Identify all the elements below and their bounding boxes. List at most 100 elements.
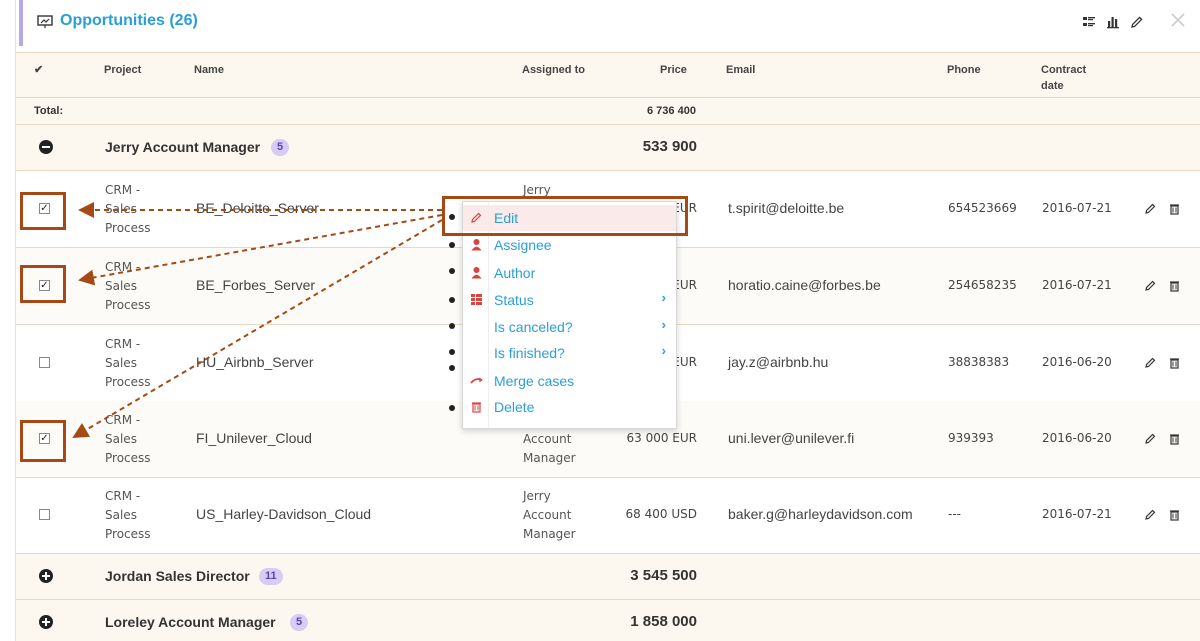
row-email[interactable]: t.spirit@deloitte.be bbox=[728, 200, 844, 216]
row-phone: 38838383 bbox=[948, 355, 1010, 369]
project-line: Sales bbox=[105, 279, 137, 293]
row-name[interactable]: BE_Deloitte_Server bbox=[196, 200, 319, 216]
group-name: Loreley Account Manager bbox=[105, 614, 276, 630]
row-contract-date: 2016-07-21 bbox=[1042, 507, 1112, 521]
group-total: 533 900 bbox=[642, 138, 697, 155]
row-email[interactable]: baker.g@harleydavidson.com bbox=[728, 506, 913, 522]
row-delete-icon[interactable] bbox=[1168, 432, 1181, 445]
row-project: CRM - Sales Process bbox=[105, 487, 151, 544]
group-name: Jerry Account Manager bbox=[105, 139, 261, 155]
group-row-jerry[interactable]: Jerry Account Manager 5 533 900 bbox=[16, 125, 1200, 171]
menu-item-delete[interactable]: Delete bbox=[463, 394, 676, 420]
row-delete-icon[interactable] bbox=[1168, 356, 1181, 369]
list-view-icon[interactable] bbox=[1081, 14, 1097, 30]
row-name[interactable]: BE_Forbes_Server bbox=[196, 277, 315, 293]
total-value: 6 736 400 bbox=[647, 105, 696, 117]
row-delete-icon[interactable] bbox=[1168, 202, 1181, 215]
table-column-header: ✔ Project Name Assigned to Price Email P… bbox=[16, 53, 1200, 98]
presentation-board-icon bbox=[37, 15, 53, 28]
edit-icon[interactable] bbox=[1129, 14, 1145, 30]
menu-item-author[interactable]: Author bbox=[463, 260, 676, 286]
menu-item-label: Status bbox=[494, 292, 534, 308]
checkbox-highlight-box bbox=[20, 265, 66, 303]
row-edit-icon[interactable] bbox=[1144, 202, 1157, 215]
row-edit-icon[interactable] bbox=[1144, 432, 1157, 445]
collapse-group-icon[interactable] bbox=[39, 140, 53, 154]
assigned-line: Account bbox=[523, 508, 572, 522]
row-project: CRM - Sales Process bbox=[105, 181, 151, 238]
assigned-line: Account bbox=[523, 432, 572, 446]
menu-item-merge-cases[interactable]: Merge cases bbox=[463, 368, 676, 394]
project-line: Process bbox=[105, 298, 151, 312]
column-project[interactable]: Project bbox=[104, 62, 141, 78]
menu-item-status[interactable]: Status › bbox=[463, 287, 676, 313]
menu-item-label: Is finished? bbox=[494, 345, 565, 361]
submenu-chevron-icon: › bbox=[661, 343, 666, 358]
row-delete-icon[interactable] bbox=[1168, 279, 1181, 292]
page-title-text: Opportunities bbox=[60, 12, 165, 29]
menu-item-label: Merge cases bbox=[494, 373, 575, 389]
row-contract-date: 2016-06-20 bbox=[1042, 431, 1112, 445]
column-phone[interactable]: Phone bbox=[947, 62, 981, 78]
row-price: 63 000 EUR bbox=[626, 431, 697, 445]
project-line: CRM - bbox=[105, 260, 141, 274]
row-delete-icon[interactable] bbox=[1168, 508, 1181, 521]
column-price[interactable]: Price bbox=[660, 62, 687, 78]
close-icon[interactable] bbox=[1168, 10, 1188, 30]
group-total: 3 545 500 bbox=[630, 567, 697, 584]
bar-chart-icon[interactable] bbox=[1105, 14, 1121, 30]
project-line: Sales bbox=[105, 356, 137, 370]
row-name[interactable]: FI_Unilever_Cloud bbox=[196, 430, 312, 446]
menu-item-is-canceled[interactable]: Is canceled? › bbox=[463, 314, 676, 340]
total-row: Total: 6 736 400 bbox=[16, 98, 1200, 125]
expand-group-icon[interactable] bbox=[39, 615, 53, 629]
edit-highlight-box bbox=[442, 196, 688, 236]
row-email[interactable]: jay.z@airbnb.hu bbox=[728, 354, 828, 370]
row-edit-icon[interactable] bbox=[1144, 356, 1157, 369]
row-name[interactable]: HU_Airbnb_Server bbox=[196, 354, 314, 370]
trash-icon bbox=[472, 402, 481, 413]
row-email[interactable]: uni.lever@unilever.fi bbox=[728, 430, 854, 446]
menu-item-label: Delete bbox=[494, 399, 535, 415]
row-name[interactable]: US_Harley-Davidson_Cloud bbox=[196, 506, 371, 522]
row-phone: 939393 bbox=[948, 431, 994, 445]
group-count-badge: 11 bbox=[259, 568, 283, 585]
group-name: Jordan Sales Director bbox=[105, 568, 250, 584]
select-all-header[interactable]: ✔ bbox=[34, 62, 43, 78]
row-checkbox[interactable] bbox=[39, 357, 50, 368]
group-total: 1 858 000 bbox=[630, 613, 697, 630]
row-phone: 254658235 bbox=[948, 278, 1017, 292]
status-grid-icon bbox=[471, 294, 482, 305]
row-contract-date: 2016-07-21 bbox=[1042, 201, 1112, 215]
row-edit-icon[interactable] bbox=[1144, 508, 1157, 521]
column-name[interactable]: Name bbox=[194, 62, 224, 78]
submenu-chevron-icon: › bbox=[661, 290, 666, 305]
total-label: Total: bbox=[34, 105, 64, 117]
row-edit-icon[interactable] bbox=[1144, 279, 1157, 292]
row-email[interactable]: horatio.caine@forbes.be bbox=[728, 277, 881, 293]
menu-item-label: Is canceled? bbox=[494, 319, 573, 335]
assigned-line: Jerry bbox=[523, 489, 551, 503]
column-assigned-to[interactable]: Assigned to bbox=[522, 62, 585, 78]
row-contract-date: 2016-06-20 bbox=[1042, 355, 1112, 369]
column-email[interactable]: Email bbox=[726, 62, 755, 78]
row-contract-date: 2016-07-21 bbox=[1042, 278, 1112, 292]
project-line: Sales bbox=[105, 432, 137, 446]
assigned-line: Manager bbox=[523, 527, 576, 541]
checkbox-highlight-box bbox=[20, 420, 66, 462]
row-checkbox[interactable] bbox=[39, 509, 50, 520]
column-contract-date[interactable]: Contract date bbox=[1041, 62, 1086, 94]
menu-item-label: Author bbox=[494, 265, 536, 281]
menu-item-is-finished[interactable]: Is finished? › bbox=[463, 340, 676, 366]
header-accent-bar bbox=[19, 0, 23, 46]
assigned-line: Manager bbox=[523, 451, 576, 465]
panel-header: Opportunities (26) bbox=[16, 0, 1200, 53]
group-row-loreley[interactable]: Loreley Account Manager 5 1 858 000 bbox=[16, 600, 1200, 641]
checkbox-highlight-box bbox=[20, 192, 66, 230]
table-row[interactable]: CRM - Sales Process US_Harley-Davidson_C… bbox=[16, 477, 1200, 554]
group-row-jordan[interactable]: Jordan Sales Director 11 3 545 500 bbox=[16, 554, 1200, 600]
project-line: Process bbox=[105, 451, 151, 465]
project-line: Sales bbox=[105, 202, 137, 216]
expand-group-icon[interactable] bbox=[39, 569, 53, 583]
merge-icon bbox=[470, 377, 483, 384]
